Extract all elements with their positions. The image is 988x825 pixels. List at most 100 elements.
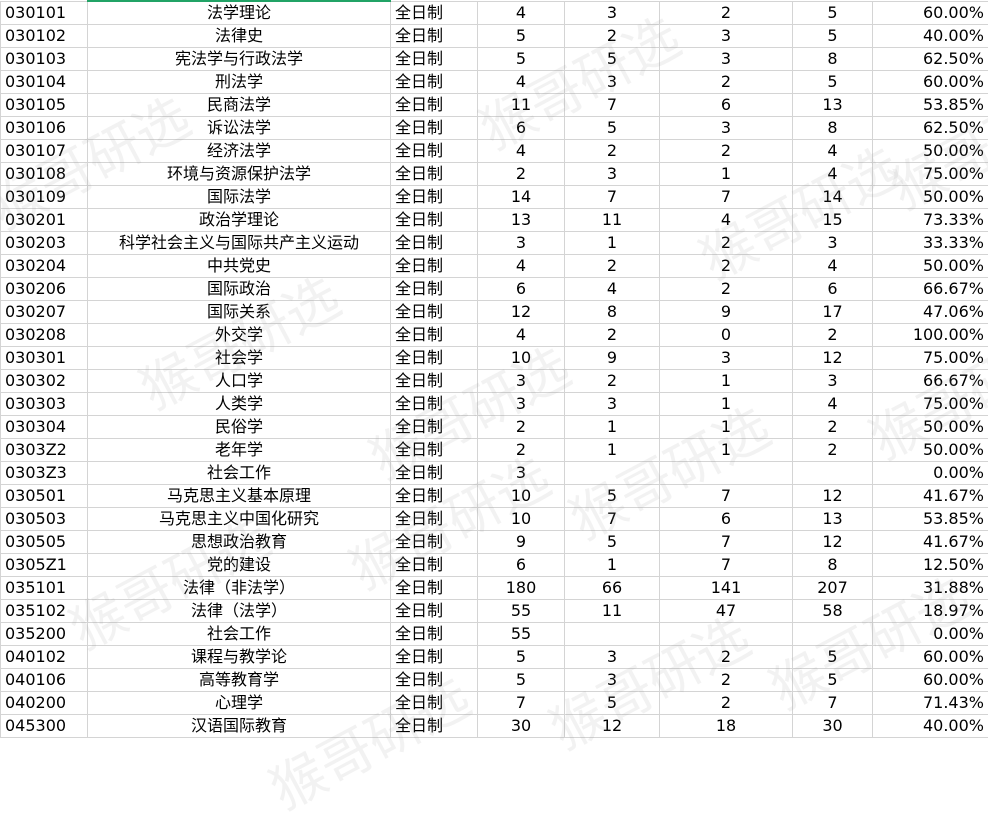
percent-cell[interactable]: 47.06% [873,301,988,324]
major-code-cell[interactable]: 035101 [1,577,88,600]
value-cell-2[interactable]: 5 [565,531,660,554]
major-name-cell[interactable]: 课程与教学论 [88,646,391,669]
study-mode-cell[interactable]: 全日制 [391,715,478,738]
value-cell-1[interactable]: 12 [478,301,565,324]
value-cell-1[interactable]: 4 [478,255,565,278]
value-cell-1[interactable]: 5 [478,48,565,71]
study-mode-cell[interactable]: 全日制 [391,623,478,646]
major-code-cell[interactable]: 030302 [1,370,88,393]
value-cell-2[interactable]: 11 [565,600,660,623]
major-name-cell[interactable]: 党的建设 [88,554,391,577]
study-mode-cell[interactable]: 全日制 [391,186,478,209]
percent-cell[interactable]: 40.00% [873,25,988,48]
value-cell-4[interactable]: 4 [793,255,873,278]
major-code-cell[interactable]: 030208 [1,324,88,347]
value-cell-3[interactable]: 9 [660,301,793,324]
percent-cell[interactable]: 100.00% [873,324,988,347]
value-cell-2[interactable]: 9 [565,347,660,370]
study-mode-cell[interactable]: 全日制 [391,646,478,669]
value-cell-1[interactable]: 4 [478,140,565,163]
value-cell-2[interactable]: 2 [565,255,660,278]
percent-cell[interactable]: 60.00% [873,646,988,669]
major-name-cell[interactable]: 人类学 [88,393,391,416]
major-code-cell[interactable]: 030503 [1,508,88,531]
value-cell-3[interactable]: 3 [660,117,793,140]
major-name-cell[interactable]: 社会工作 [88,462,391,485]
major-name-cell[interactable]: 国际关系 [88,301,391,324]
major-name-cell[interactable]: 国际法学 [88,186,391,209]
major-name-cell[interactable]: 法律史 [88,25,391,48]
value-cell-1[interactable]: 3 [478,370,565,393]
percent-cell[interactable]: 62.50% [873,48,988,71]
value-cell-4[interactable]: 12 [793,531,873,554]
percent-cell[interactable]: 75.00% [873,163,988,186]
percent-cell[interactable]: 50.00% [873,140,988,163]
value-cell-4[interactable]: 8 [793,117,873,140]
percent-cell[interactable]: 53.85% [873,94,988,117]
major-code-cell[interactable]: 040106 [1,669,88,692]
percent-cell[interactable]: 50.00% [873,416,988,439]
major-code-cell[interactable]: 035200 [1,623,88,646]
major-code-cell[interactable]: 030107 [1,140,88,163]
value-cell-3[interactable]: 2 [660,278,793,301]
major-code-cell[interactable]: 030103 [1,48,88,71]
value-cell-4[interactable]: 12 [793,347,873,370]
value-cell-4[interactable]: 13 [793,508,873,531]
percent-cell[interactable]: 0.00% [873,623,988,646]
value-cell-2[interactable]: 1 [565,554,660,577]
study-mode-cell[interactable]: 全日制 [391,439,478,462]
value-cell-1[interactable]: 2 [478,439,565,462]
major-code-cell[interactable]: 030301 [1,347,88,370]
study-mode-cell[interactable]: 全日制 [391,48,478,71]
value-cell-4[interactable]: 13 [793,94,873,117]
percent-cell[interactable]: 60.00% [873,71,988,94]
major-name-cell[interactable]: 马克思主义基本原理 [88,485,391,508]
value-cell-1[interactable]: 13 [478,209,565,232]
major-code-cell[interactable]: 030304 [1,416,88,439]
major-name-cell[interactable]: 中共党史 [88,255,391,278]
value-cell-3[interactable] [660,462,793,485]
major-code-cell[interactable]: 030102 [1,25,88,48]
value-cell-2[interactable]: 2 [565,25,660,48]
major-code-cell[interactable]: 030101 [1,1,88,25]
value-cell-4[interactable]: 17 [793,301,873,324]
value-cell-2[interactable]: 3 [565,646,660,669]
percent-cell[interactable]: 75.00% [873,347,988,370]
value-cell-2[interactable]: 3 [565,669,660,692]
major-code-cell[interactable]: 030109 [1,186,88,209]
value-cell-4[interactable]: 4 [793,163,873,186]
study-mode-cell[interactable]: 全日制 [391,577,478,600]
value-cell-4[interactable]: 15 [793,209,873,232]
major-code-cell[interactable]: 030104 [1,71,88,94]
major-code-cell[interactable]: 040102 [1,646,88,669]
study-mode-cell[interactable]: 全日制 [391,255,478,278]
value-cell-3[interactable]: 1 [660,393,793,416]
percent-cell[interactable]: 12.50% [873,554,988,577]
major-code-cell[interactable]: 030206 [1,278,88,301]
value-cell-1[interactable]: 10 [478,508,565,531]
major-name-cell[interactable]: 宪法学与行政法学 [88,48,391,71]
percent-cell[interactable]: 53.85% [873,508,988,531]
study-mode-cell[interactable]: 全日制 [391,485,478,508]
value-cell-3[interactable]: 1 [660,163,793,186]
major-name-cell[interactable]: 高等教育学 [88,669,391,692]
major-name-cell[interactable]: 诉讼法学 [88,117,391,140]
major-name-cell[interactable]: 外交学 [88,324,391,347]
value-cell-4[interactable]: 2 [793,324,873,347]
value-cell-2[interactable]: 1 [565,416,660,439]
value-cell-1[interactable]: 10 [478,347,565,370]
value-cell-2[interactable]: 2 [565,324,660,347]
value-cell-3[interactable]: 2 [660,669,793,692]
value-cell-2[interactable]: 7 [565,508,660,531]
major-name-cell[interactable]: 人口学 [88,370,391,393]
percent-cell[interactable]: 50.00% [873,255,988,278]
major-name-cell[interactable]: 汉语国际教育 [88,715,391,738]
major-name-cell[interactable]: 科学社会主义与国际共产主义运动 [88,232,391,255]
major-code-cell[interactable]: 030108 [1,163,88,186]
value-cell-2[interactable]: 4 [565,278,660,301]
study-mode-cell[interactable]: 全日制 [391,692,478,715]
percent-cell[interactable]: 0.00% [873,462,988,485]
study-mode-cell[interactable]: 全日制 [391,117,478,140]
value-cell-3[interactable]: 0 [660,324,793,347]
major-name-cell[interactable]: 法律（法学） [88,600,391,623]
